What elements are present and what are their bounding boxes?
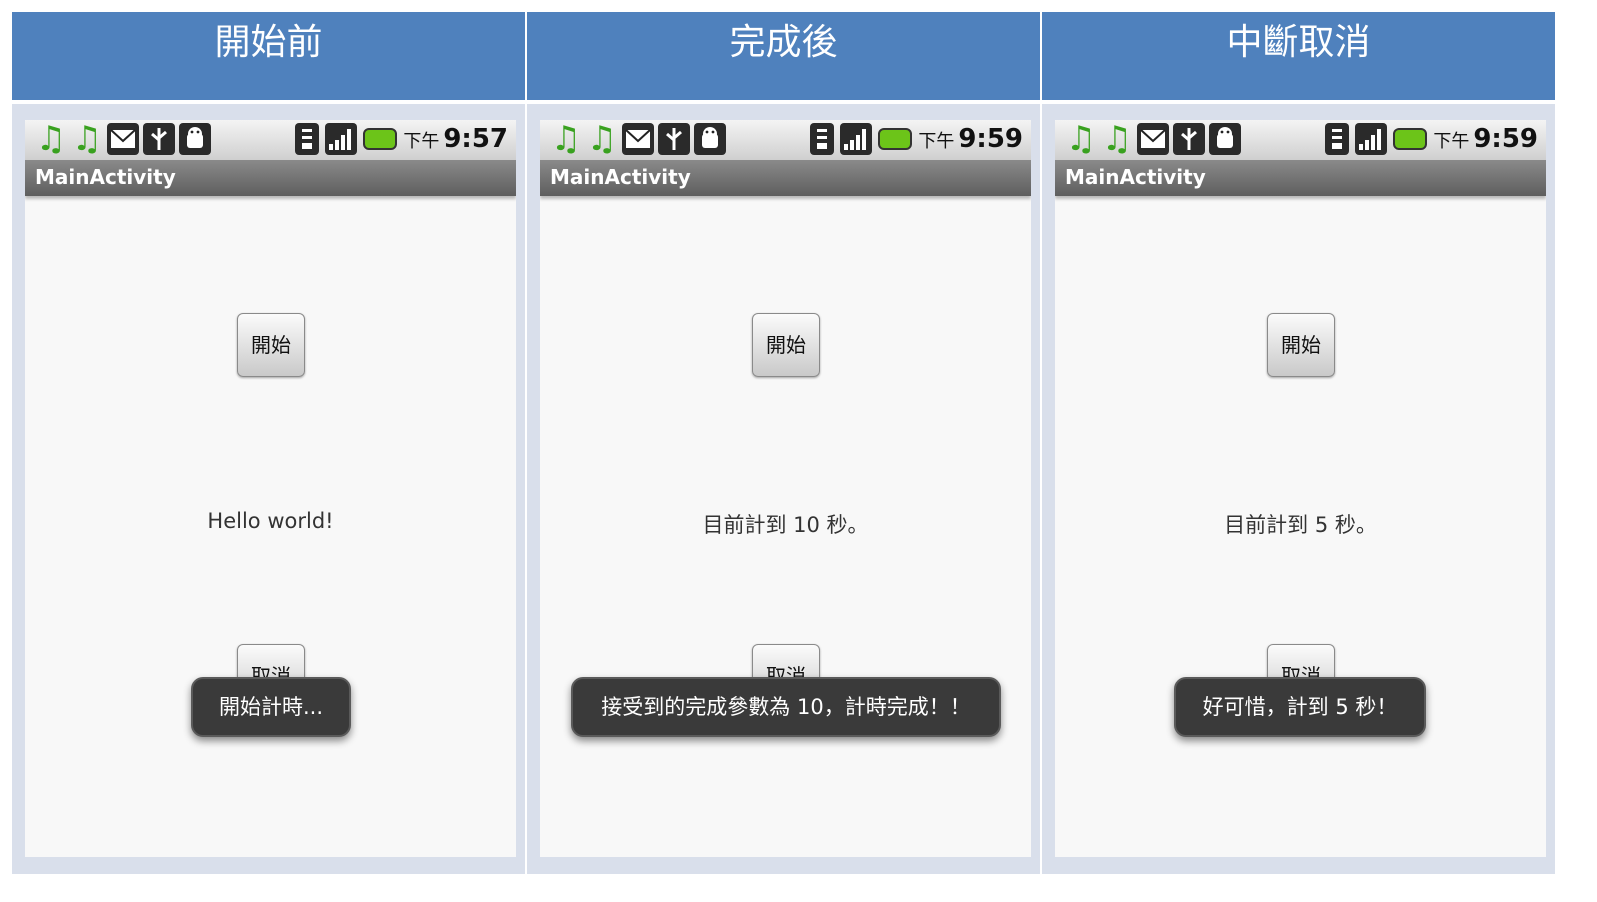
panel-header: 開始前 <box>12 12 525 100</box>
status-message: Hello world! <box>207 509 334 533</box>
android-debug-icon <box>694 123 726 155</box>
music-icon: ♫ <box>1065 120 1097 159</box>
signal-icon <box>325 123 358 155</box>
gmail-icon <box>107 123 139 155</box>
panel-header: 中斷取消 <box>1042 12 1555 100</box>
battery-icon <box>878 128 913 150</box>
toast-message: 接受到的完成參數為 10，計時完成！！ <box>571 677 1001 737</box>
status-message: 目前計到 5 秒。 <box>1224 513 1377 537</box>
status-clock: 下午 9:59 <box>918 124 1023 154</box>
gmail-icon <box>1137 123 1169 155</box>
phone-screen: ♫ ♫ <box>25 120 516 857</box>
wifi-icon <box>810 123 835 155</box>
status-bar: ♫ ♫ <box>1055 120 1546 160</box>
app-title-bar: MainActivity <box>25 160 516 196</box>
start-button[interactable]: 開始 <box>1267 313 1335 377</box>
wifi-icon <box>295 123 320 155</box>
panel-frame: ♫ ♫ <box>12 104 525 874</box>
status-bar: ♫ ♫ <box>540 120 1031 160</box>
phone-screen: ♫ ♫ <box>1055 120 1546 857</box>
android-debug-icon <box>179 123 211 155</box>
panel-frame: ♫ ♫ <box>527 104 1040 874</box>
usb-icon <box>143 123 175 155</box>
status-clock: 下午 9:59 <box>1433 124 1538 154</box>
music-icon: ♫ <box>71 120 103 159</box>
panel-before-start: 開始前 ♫ ♫ 下午 9:57 MainActivity 開始 Hello wo… <box>12 12 525 874</box>
signal-icon <box>840 123 873 155</box>
music-icon: ♫ <box>1101 120 1133 159</box>
toast-message: 開始計時... <box>191 677 351 737</box>
app-title-bar: MainActivity <box>1055 160 1546 196</box>
music-icon: ♫ <box>35 120 67 159</box>
wifi-icon <box>1325 123 1350 155</box>
usb-icon <box>1173 123 1205 155</box>
music-icon: ♫ <box>550 120 582 159</box>
battery-icon <box>1393 128 1428 150</box>
toast-message: 好可惜，計到 5 秒！ <box>1174 677 1426 737</box>
panel-after-complete: 完成後 ♫ ♫ 下午 9:59 MainActivity 開始 目前計到 10 … <box>527 12 1040 874</box>
panel-header: 完成後 <box>527 12 1040 100</box>
start-button[interactable]: 開始 <box>752 313 820 377</box>
status-message: 目前計到 10 秒。 <box>702 513 869 537</box>
signal-icon <box>1355 123 1388 155</box>
panel-interrupted: 中斷取消 ♫ ♫ 下午 9:59 MainActivity 開始 目前計到 5 … <box>1042 12 1555 874</box>
status-bar: ♫ ♫ <box>25 120 516 160</box>
start-button[interactable]: 開始 <box>237 313 305 377</box>
battery-icon <box>363 128 398 150</box>
android-debug-icon <box>1209 123 1241 155</box>
usb-icon <box>658 123 690 155</box>
app-title-bar: MainActivity <box>540 160 1031 196</box>
gmail-icon <box>622 123 654 155</box>
phone-screen: ♫ ♫ <box>540 120 1031 857</box>
music-icon: ♫ <box>586 120 618 159</box>
panel-frame: ♫ ♫ <box>1042 104 1555 874</box>
status-clock: 下午 9:57 <box>403 124 508 154</box>
